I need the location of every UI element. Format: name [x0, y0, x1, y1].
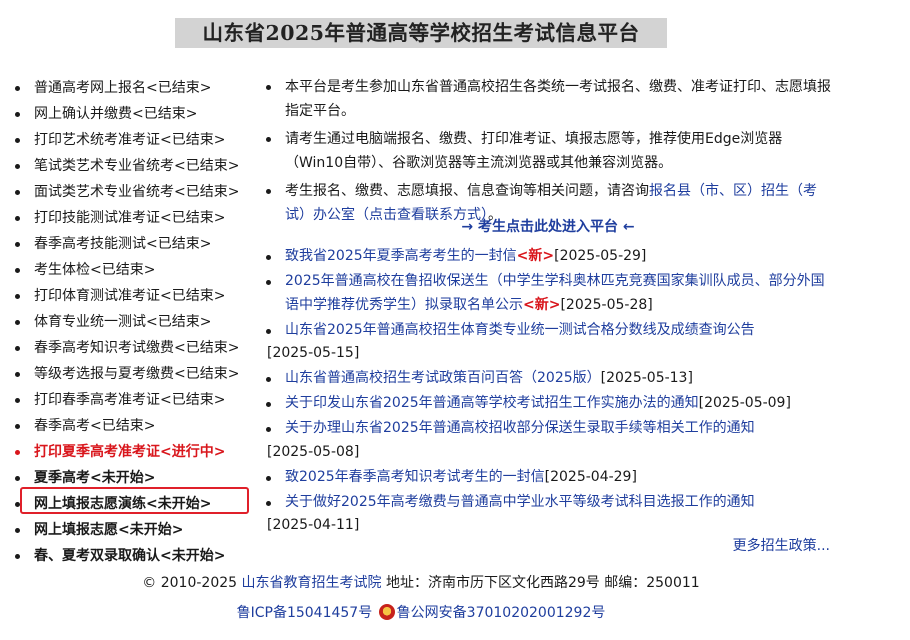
news-item: 2025年普通高校在鲁招收保送生（中学生学科奥林匹克竞赛国家集训队成员、部分外国…: [263, 270, 835, 317]
sidebar-item[interactable]: 笔试类艺术专业省统考<已结束>: [14, 153, 259, 179]
page-title: 山东省2025年普通高等学校招生考试信息平台: [175, 18, 667, 48]
sidebar-item[interactable]: 打印体育测试准考证<已结束>: [14, 283, 259, 309]
news-item: 致我省2025年夏季高考考生的一封信<新>[2025-05-29]: [263, 245, 835, 269]
news-link[interactable]: 关于办理山东省2025年普通高校招收部分保送生录取手续等相关工作的通知: [285, 420, 755, 436]
org-link[interactable]: 山东省教育招生考试院: [242, 575, 382, 591]
sidebar-item[interactable]: 春季高考技能测试<已结束>: [14, 231, 259, 257]
sidebar-item[interactable]: 打印艺术统考准考证<已结束>: [14, 127, 259, 153]
news-link[interactable]: 山东省2025年普通高校招生体育类专业统一测试合格分数线及成绩查询公告: [285, 322, 755, 338]
sidebar-item[interactable]: 打印春季高考准考证<已结束>: [14, 387, 259, 413]
sidebar-item[interactable]: 春、夏考双录取确认<未开始>: [14, 543, 259, 569]
police-badge-icon: [378, 604, 395, 620]
info-item: 请考生通过电脑端报名、缴费、打印准考证、填报志愿等，推荐使用Edge浏览器（Wi…: [263, 127, 833, 175]
news-list: 致我省2025年夏季高考考生的一封信<新>[2025-05-29] 2025年普…: [263, 245, 835, 539]
news-item: 山东省2025年普通高校招生体育类专业统一测试合格分数线及成绩查询公告 [2025…: [263, 319, 835, 366]
news-date: [2025-05-08]: [267, 443, 360, 460]
footer-registration: 鲁ICP备15041457号 鲁公网安备37010202001292号: [0, 603, 842, 623]
footer-info: © 2010-2025 山东省教育招生考试院 地址：济南市历下区文化西路29号 …: [0, 573, 842, 593]
news-date: [2025-05-28]: [560, 296, 653, 313]
sidebar-item[interactable]: 考生体检<已结束>: [14, 257, 259, 283]
info-text: 请考生通过电脑端报名、缴费、打印准考证、填报志愿等，推荐使用Edge浏览器（Wi…: [285, 131, 783, 171]
news-item: 关于办理山东省2025年普通高校招收部分保送生录取手续等相关工作的通知 [2025…: [263, 417, 835, 464]
info-list: 本平台是考生参加山东省普通高校招生各类统一考试报名、缴费、准考证打印、志愿填报指…: [263, 75, 833, 231]
news-item: 山东省普通高校招生考试政策百问百答（2025版）[2025-05-13]: [263, 367, 835, 391]
news-link[interactable]: 致我省2025年夏季高考考生的一封信: [285, 248, 517, 264]
news-date: [2025-04-11]: [267, 517, 360, 533]
news-date: [2025-05-29]: [554, 248, 647, 264]
sidebar-item[interactable]: 春季高考知识考试缴费<已结束>: [14, 335, 259, 361]
news-date: [2025-05-13]: [600, 370, 693, 386]
sidebar-item[interactable]: 等级考选报与夏考缴费<已结束>: [14, 361, 259, 387]
sidebar-item[interactable]: 普通高考网上报名<已结束>: [14, 75, 259, 101]
enter-platform-link[interactable]: → 考生点击此处进入平台 ←: [263, 216, 833, 238]
new-tag: <新>: [516, 248, 555, 264]
info-item: 本平台是考生参加山东省普通高校招生各类统一考试报名、缴费、准考证打印、志愿填报指…: [263, 75, 833, 123]
news-item: 关于做好2025年高考缴费与普通高中学业水平等级考试科目选报工作的通知 [2025…: [263, 491, 835, 538]
sidebar-item[interactable]: 网上填报志愿<未开始>: [14, 517, 259, 543]
police-record-link[interactable]: 鲁公网安备37010202001292号: [397, 605, 606, 621]
info-text: 考生报名、缴费、志愿填报、信息查询等相关问题，请咨询: [285, 183, 649, 199]
news-date: [2025-05-15]: [267, 345, 360, 361]
more-policies-link[interactable]: 更多招生政策...: [733, 535, 830, 555]
news-date: [2025-05-09]: [698, 395, 791, 411]
sidebar-item[interactable]: 打印技能测试准考证<已结束>: [14, 205, 259, 231]
info-text: 本平台是考生参加山东省普通高校招生各类统一考试报名、缴费、准考证打印、志愿填报指…: [285, 79, 831, 119]
new-tag: <新>: [523, 296, 561, 313]
address: 地址：济南市历下区文化西路29号 邮编：250011: [385, 575, 700, 591]
sidebar-item-active[interactable]: 打印夏季高考准考证<进行中>: [14, 439, 259, 465]
news-date: [2025-04-29]: [544, 468, 637, 485]
sidebar-item[interactable]: 春季高考<已结束>: [14, 413, 259, 439]
news-item: 关于印发山东省2025年普通高等学校考试招生工作实施办法的通知[2025-05-…: [263, 392, 835, 416]
icp-link[interactable]: 鲁ICP备15041457号: [237, 605, 373, 621]
highlight-box: [20, 487, 249, 514]
news-link[interactable]: 致2025年春季高考知识考试考生的一封信: [285, 469, 545, 485]
sidebar-item[interactable]: 面试类艺术专业省统考<已结束>: [14, 179, 259, 205]
news-link[interactable]: 山东省普通高校招生考试政策百问百答（2025版）: [285, 370, 601, 386]
copyright: © 2010-2025: [142, 575, 238, 591]
news-item: 致2025年春季高考知识考试考生的一封信[2025-04-29]: [263, 466, 835, 490]
sidebar-item[interactable]: 体育专业统一测试<已结束>: [14, 309, 259, 335]
news-link[interactable]: 关于做好2025年高考缴费与普通高中学业水平等级考试科目选报工作的通知: [285, 494, 755, 510]
news-link[interactable]: 关于印发山东省2025年普通高等学校考试招生工作实施办法的通知: [285, 395, 699, 411]
sidebar-item[interactable]: 网上确认并缴费<已结束>: [14, 101, 259, 127]
